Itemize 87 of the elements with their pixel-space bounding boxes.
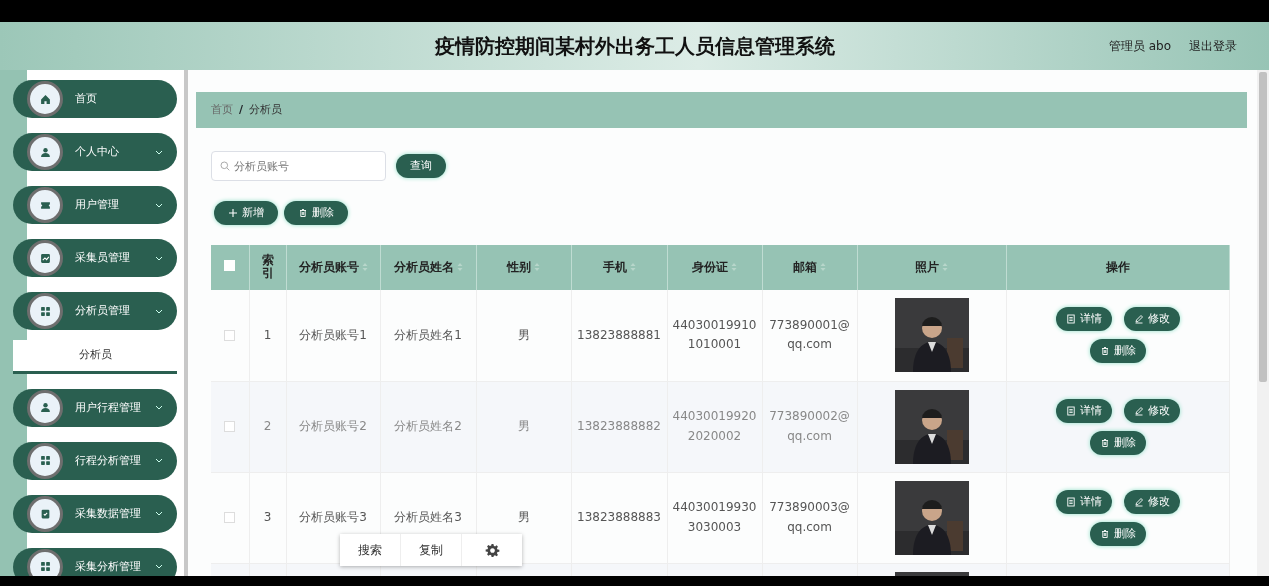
edit-button[interactable]: 修改 [1123, 398, 1180, 423]
grid-icon [39, 305, 51, 317]
logout-link[interactable]: 退出登录 [1189, 37, 1237, 55]
plus-icon [228, 208, 238, 218]
grid-icon [39, 455, 51, 467]
row-checkbox[interactable] [224, 329, 236, 341]
admin-user-label: 管理员 abo [1108, 38, 1171, 55]
table-cell-text: 分析员账号2 [299, 417, 367, 435]
list-icon [1065, 496, 1076, 507]
table-cell-text: 773890002@ qq.com [769, 408, 850, 445]
sidebar-item[interactable]: 行程分析管理 [13, 441, 177, 480]
search-icon [220, 161, 230, 171]
column-header: 操作 [1006, 245, 1229, 290]
table-cell-text: 44030019930 3030003 [672, 499, 757, 536]
trash-icon [298, 208, 308, 218]
column-header: 手机 [571, 245, 667, 290]
sidebar-item[interactable]: 用户行程管理 [13, 388, 177, 427]
table-cell-text: 773890001@ qq.com [769, 317, 850, 354]
menu-item[interactable]: 搜索 [340, 534, 401, 566]
table-cell-text: 分析员姓名2 [394, 417, 462, 435]
breadcrumb-separator: / [239, 101, 244, 118]
delete-button[interactable]: 删除 [1089, 430, 1146, 455]
table-cell-text: 13823888882 [577, 417, 661, 435]
list-icon [1065, 314, 1076, 325]
table-cell-text: 13823888881 [577, 326, 661, 344]
pencil-icon [1133, 496, 1144, 507]
sidebar-item[interactable]: 个人中心 [13, 133, 177, 171]
column-header: 分析员姓名 [380, 245, 476, 290]
list-icon [1065, 405, 1076, 416]
detail-button[interactable]: 详情 [1055, 307, 1112, 332]
pencil-icon [1133, 314, 1144, 325]
table-cell-text: 2 [263, 417, 272, 435]
detail-button[interactable]: 详情 [1055, 398, 1112, 423]
delete-button[interactable]: 删除 [1089, 339, 1146, 364]
column-header: 照片 [857, 245, 1006, 290]
table-cell-text: 分析员账号3 [299, 508, 367, 526]
sidebar-item[interactable]: 采集员管理 [13, 239, 177, 277]
table-cell-text: 男 [517, 326, 530, 344]
chart-icon [39, 252, 51, 264]
table-cell-text: 分析员姓名1 [394, 326, 462, 344]
sidebar-item[interactable]: 分析员管理 [13, 292, 177, 330]
sidebar-item[interactable]: 用户管理 [13, 186, 177, 224]
column-header: 邮箱 [762, 245, 857, 290]
sidebar-item[interactable]: 采集数据管理 [13, 494, 177, 533]
table-cell-text: 男 [517, 508, 530, 526]
select-all-checkbox[interactable] [224, 259, 236, 271]
column-header: 性别 [476, 245, 571, 290]
home-icon [39, 93, 51, 105]
row-checkbox[interactable] [224, 511, 236, 523]
table-cell-text: 13823888883 [577, 508, 661, 526]
edit-button[interactable]: 修改 [1123, 489, 1180, 514]
sidebar-item[interactable]: 首页 [13, 80, 177, 118]
add-button[interactable]: 新增 [214, 201, 278, 225]
table-cell-text: 44030019920 2020002 [672, 408, 757, 445]
scrollbar[interactable] [1257, 70, 1269, 576]
search-field[interactable]: 分析员账号 [211, 151, 386, 181]
column-header: 分析员账号 [286, 245, 380, 290]
column-header: 索引 [249, 245, 286, 290]
menu-item[interactable]: 复制 [401, 534, 462, 566]
delete-button[interactable]: 删除 [284, 201, 348, 225]
delete-button[interactable]: 删除 [1089, 521, 1146, 546]
breadcrumb-current: 分析员 [249, 101, 283, 118]
trash-icon [1099, 346, 1110, 357]
ticket-icon [39, 199, 51, 211]
edit-button[interactable]: 修改 [1123, 307, 1180, 332]
grid-icon [39, 561, 51, 573]
trash-icon [1099, 528, 1110, 539]
system-title: 疫情防控期间某村外出务工人员信息管理系统 [434, 34, 835, 58]
column-header: 身份证 [667, 245, 762, 290]
row-checkbox[interactable] [224, 420, 236, 432]
trash-icon [1099, 437, 1110, 448]
user-icon [39, 146, 51, 158]
clipboard-icon [39, 508, 51, 520]
pencil-icon [1133, 405, 1144, 416]
table-cell-text: 773890003@ qq.com [769, 499, 850, 536]
table-cell-text: 44030019910 1010001 [672, 317, 757, 354]
sidebar-item[interactable]: 采集分析管理 [13, 547, 177, 576]
query-button[interactable]: 查询 [396, 154, 446, 178]
table-cell-text: 分析员姓名3 [394, 508, 462, 526]
table-cell-text: 男 [517, 417, 530, 435]
user-icon [39, 402, 51, 414]
sidebar-subitem[interactable]: 分析员 [13, 339, 177, 374]
table-cell-text: 分析员账号1 [299, 326, 367, 344]
table-cell-text: 3 [263, 508, 272, 526]
settings-icon [484, 543, 500, 558]
detail-button[interactable]: 详情 [1055, 489, 1112, 514]
table-cell-text: 1 [263, 326, 272, 344]
